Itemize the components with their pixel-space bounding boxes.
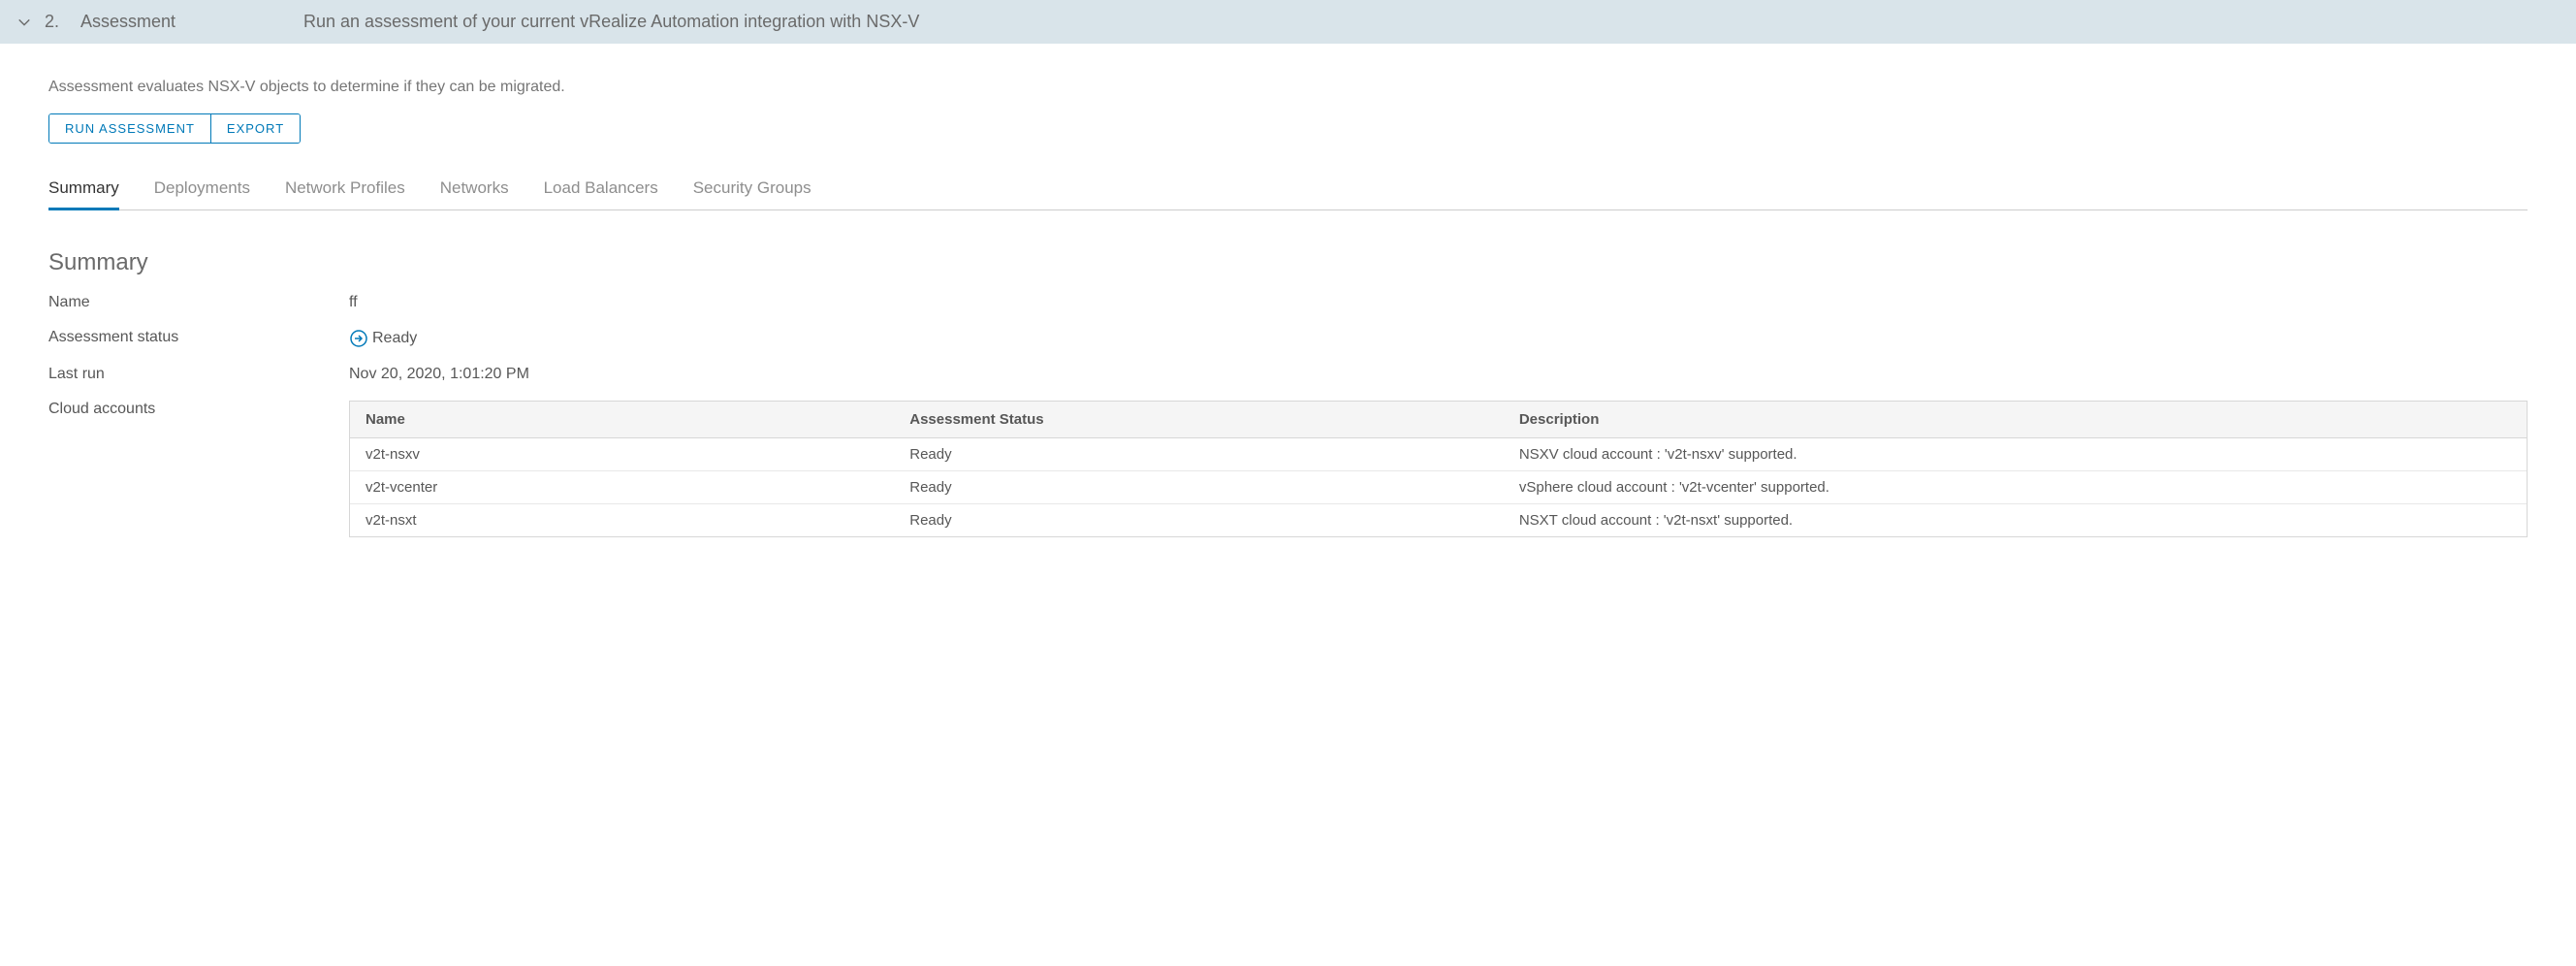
step-title: Assessment	[80, 12, 303, 32]
tab-bar: Summary Deployments Network Profiles Net…	[48, 173, 2528, 210]
summary-name-label: Name	[48, 294, 349, 311]
summary-name-value: ff	[349, 294, 2528, 311]
button-group: RUN ASSESSMENT EXPORT	[48, 113, 301, 144]
summary-lastrun-label: Last run	[48, 366, 349, 383]
col-header-description: Description	[1504, 402, 2527, 438]
cell-status: Ready	[894, 471, 1504, 504]
tab-security-groups[interactable]: Security Groups	[693, 173, 811, 210]
summary-lastrun-value: Nov 20, 2020, 1:01:20 PM	[349, 366, 2528, 383]
table-row: v2t-nsxt Ready NSXT cloud account : 'v2t…	[350, 504, 2527, 537]
tab-load-balancers[interactable]: Load Balancers	[544, 173, 658, 210]
tab-summary[interactable]: Summary	[48, 173, 119, 210]
step-description: Run an assessment of your current vReali…	[303, 12, 919, 32]
col-header-name: Name	[350, 402, 894, 438]
export-button[interactable]: EXPORT	[210, 114, 300, 143]
tab-network-profiles[interactable]: Network Profiles	[285, 173, 405, 210]
col-header-status: Assessment Status	[894, 402, 1504, 438]
chevron-down-icon	[17, 16, 31, 29]
tab-deployments[interactable]: Deployments	[154, 173, 250, 210]
tab-networks[interactable]: Networks	[440, 173, 509, 210]
intro-text: Assessment evaluates NSX-V objects to de…	[48, 79, 2528, 96]
cloud-accounts-table: Name Assessment Status Description v2t-n…	[349, 401, 2528, 537]
cell-name: v2t-nsxt	[350, 504, 894, 537]
cell-description: vSphere cloud account : 'v2t-vcenter' su…	[1504, 471, 2527, 504]
cell-status: Ready	[894, 438, 1504, 471]
cell-description: NSXV cloud account : 'v2t-nsxv' supporte…	[1504, 438, 2527, 471]
table-row: v2t-vcenter Ready vSphere cloud account …	[350, 471, 2527, 504]
cell-description: NSXT cloud account : 'v2t-nsxt' supporte…	[1504, 504, 2527, 537]
run-assessment-button[interactable]: RUN ASSESSMENT	[49, 114, 210, 143]
cell-status: Ready	[894, 504, 1504, 537]
step-number: 2.	[45, 12, 59, 32]
summary-status-value: Ready	[372, 330, 417, 347]
summary-accounts-label: Cloud accounts	[48, 401, 349, 418]
step-header[interactable]: 2. Assessment Run an assessment of your …	[0, 0, 2576, 44]
cell-name: v2t-vcenter	[350, 471, 894, 504]
cell-name: v2t-nsxv	[350, 438, 894, 471]
summary-heading: Summary	[48, 249, 2528, 276]
arrow-right-circle-icon	[349, 329, 368, 348]
summary-status-label: Assessment status	[48, 329, 349, 346]
table-row: v2t-nsxv Ready NSXV cloud account : 'v2t…	[350, 438, 2527, 471]
